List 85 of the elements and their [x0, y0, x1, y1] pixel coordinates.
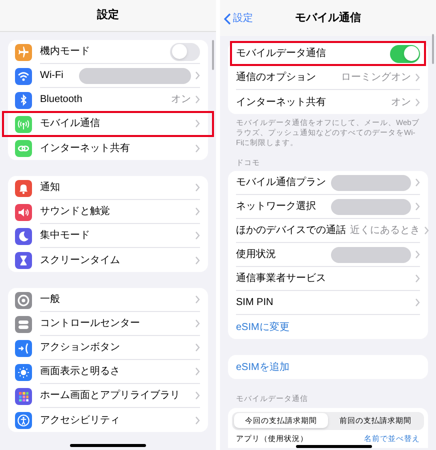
settings-row[interactable]: スクリーンタイム [8, 248, 208, 272]
settings-row[interactable]: 画面表示と明るさ [8, 360, 208, 384]
settings-row[interactable]: 使用状況 [236, 243, 420, 268]
row-label: 使用状況 [236, 248, 276, 262]
chevron-icon [415, 298, 420, 308]
row-label: Bluetooth [40, 93, 82, 107]
chevron-icon [195, 367, 200, 376]
settings-row[interactable]: 機内モード [8, 40, 208, 64]
row-label: 集中モード [40, 228, 90, 243]
toggle-switch[interactable] [390, 44, 420, 62]
chevron-icon [195, 144, 200, 152]
chevron-icon [195, 391, 200, 400]
row-label: ネットワーク選択 [236, 200, 316, 214]
chevron-icon [415, 250, 420, 260]
chevron-icon [415, 202, 420, 212]
settings-row[interactable]: アクションボタン [8, 336, 208, 360]
settings-row[interactable]: 一般 [8, 288, 208, 312]
chevron-icon [415, 274, 420, 284]
settings-row[interactable]: Wi-Fi [8, 64, 208, 88]
row-label: 通信事業者サービス [236, 272, 326, 286]
row-label: モバイル通信 [40, 116, 100, 131]
row-label: インターネット共有 [40, 142, 130, 156]
row-label: アクセシビリティ [40, 414, 120, 428]
settings-row[interactable]: コントロールセンター [8, 312, 208, 336]
scroll-indicator [432, 34, 434, 64]
chevron-icon [195, 256, 200, 264]
chevron-icon [195, 343, 200, 352]
chevron-icon [195, 207, 200, 216]
chevron-icon [195, 319, 200, 328]
settings-row[interactable]: 通知 [8, 176, 208, 200]
screen-title: モバイル通信 [295, 10, 361, 26]
settings-row[interactable]: 通信のオプション ローミングオン [236, 66, 420, 90]
toggle-switch[interactable] [170, 42, 200, 60]
back-button[interactable]: 設定 [224, 11, 253, 26]
scroll-indicator [212, 40, 214, 70]
row-label: コントロールセンター [40, 317, 140, 331]
row-label: スクリーンタイム [40, 254, 120, 268]
row-label: eSIMに変更 [236, 320, 290, 335]
row-value: 近くにあるとき [350, 224, 420, 238]
row-label: モバイルデータ通信 [236, 46, 326, 61]
settings-row[interactable]: モバイル通信 [8, 112, 208, 136]
row-label: 一般 [40, 293, 60, 307]
settings-row[interactable]: SIM PIN [236, 291, 420, 316]
settings-row[interactable]: ホーム画面とアプリライブラリ [8, 384, 208, 408]
link-row[interactable]: eSIMに変更 [236, 315, 420, 340]
row-label: 通信のオプション [236, 70, 316, 85]
row-label: 通知 [40, 180, 60, 195]
chevron-icon [415, 73, 420, 82]
settings-row[interactable]: モバイルデータ通信 [236, 42, 420, 66]
row-label: ホーム画面とアプリライブラリ [40, 388, 180, 403]
chevron-icon [415, 178, 420, 188]
row-value: オン [171, 93, 191, 107]
row-value: オン [391, 96, 411, 110]
screen-title: 設定 [97, 8, 119, 24]
row-label: モバイル通信プラン [236, 176, 326, 190]
settings-row[interactable]: インターネット共有 [8, 136, 208, 160]
row-label: eSIMを追加 [236, 360, 290, 375]
chevron-icon [195, 95, 200, 104]
chevron-icon [195, 183, 200, 192]
row-label: SIM PIN [236, 296, 274, 310]
row-value: ローミングオン [341, 71, 411, 85]
settings-row[interactable]: 通信事業者サービス [236, 267, 420, 292]
row-label: Wi-Fi [40, 69, 64, 83]
settings-row[interactable]: Bluetooth オン [8, 88, 208, 112]
chevron-icon [195, 416, 200, 424]
row-label: サウンドと触覚 [40, 204, 110, 219]
row-label: インターネット共有 [236, 96, 326, 110]
settings-row[interactable]: サウンドと触覚 [8, 200, 208, 224]
settings-row[interactable]: ネットワーク選択 [236, 195, 420, 220]
row-label: アクションボタン [40, 341, 120, 355]
chevron-icon [424, 226, 429, 236]
settings-row[interactable]: アクセシビリティ [8, 408, 208, 432]
row-label: 機内モード [40, 44, 90, 59]
chevron-icon [415, 98, 420, 106]
back-icon [224, 12, 231, 24]
settings-row[interactable]: モバイル通信プラン [236, 171, 420, 196]
row-label: ほかのデバイスでの通話 [236, 224, 346, 238]
row-label: 画面表示と明るさ [40, 364, 120, 379]
chevron-icon [195, 119, 200, 128]
settings-row[interactable]: 集中モード [8, 224, 208, 248]
settings-row[interactable]: ほかのデバイスでの通話 近くにあるとき [236, 219, 420, 244]
chevron-icon [195, 295, 200, 304]
chevron-icon [195, 71, 200, 80]
settings-row[interactable]: インターネット共有 オン [236, 90, 420, 114]
chevron-icon [195, 231, 200, 240]
